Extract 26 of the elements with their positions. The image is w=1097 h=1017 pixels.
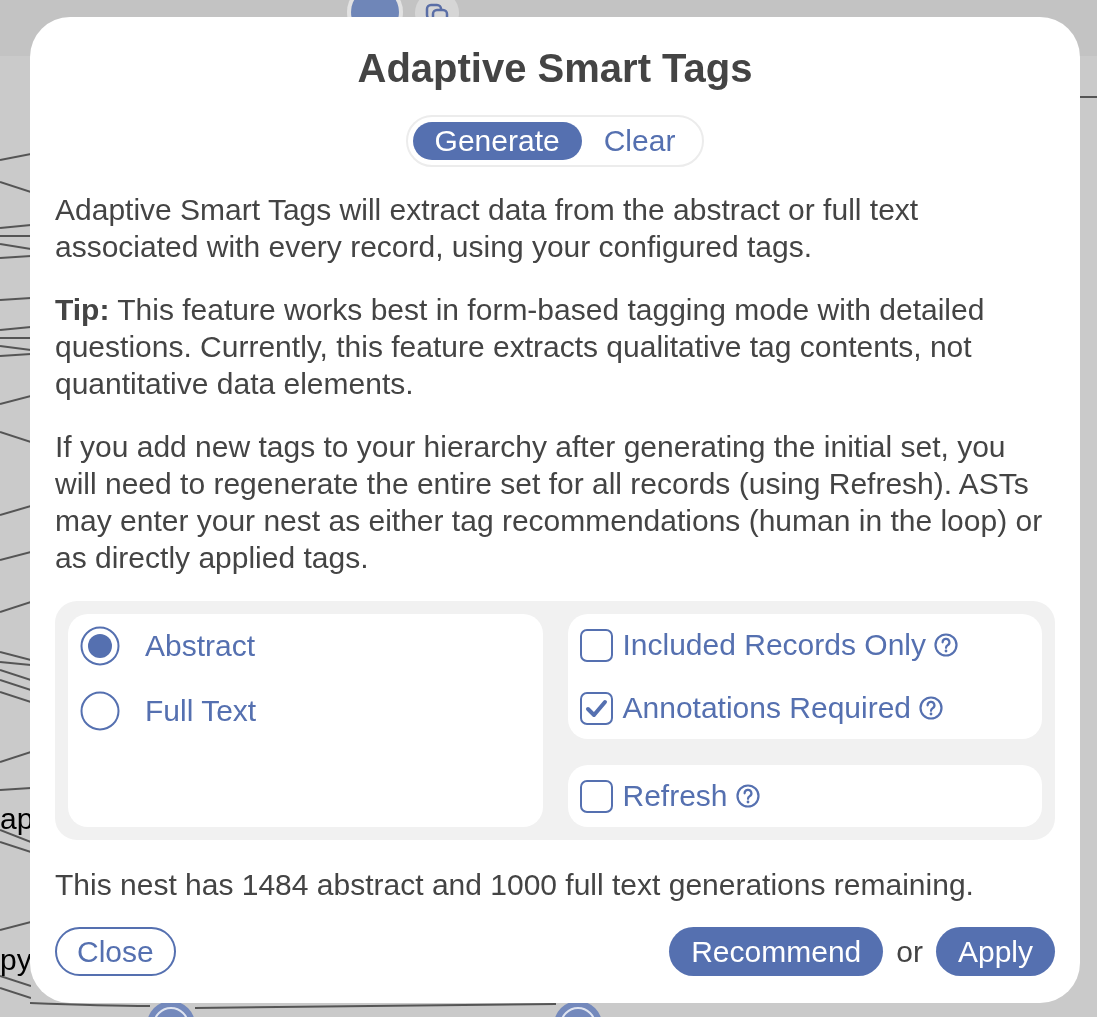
- node-label: py: [0, 942, 32, 978]
- help-icon[interactable]: [735, 784, 760, 808]
- checkbox[interactable]: [579, 691, 613, 725]
- remaining-note: This nest has 1484 abstract and 1000 full text generations remaining.: [55, 867, 975, 903]
- option-label: Abstract: [145, 628, 256, 664]
- apply-button[interactable]: Apply: [935, 927, 1055, 976]
- description-text: Tip: This feature works best in form-based tagging mode with detailed questions. Currently, this feature extracts qualitative tag contents, not quantitative data elements.: [55, 292, 986, 402]
- mode-tab[interactable]: Generate: [412, 122, 582, 160]
- graph-edge: [1078, 96, 1097, 98]
- option-label: Full Text: [145, 693, 257, 729]
- help-icon[interactable]: [919, 696, 944, 720]
- dialog-title: Adaptive Smart Tags: [356, 45, 754, 92]
- recommend-button[interactable]: Recommend: [669, 927, 884, 976]
- close-button[interactable]: Close: [55, 927, 176, 976]
- checkbox[interactable]: [579, 779, 613, 813]
- help-icon[interactable]: [934, 633, 958, 657]
- separator-text: or: [896, 933, 923, 970]
- description-text: If you add new tags to your hierarchy after generating the initial set, you will need to regenerate the entire set for all records (using Refresh). ASTs may enter your nest as either tag recommendations (human in the loop) or as directly applied tags.: [55, 429, 1044, 576]
- radio-button[interactable]: [80, 691, 120, 731]
- description-text: Adaptive Smart Tags will extract data from the abstract or full text associated with every record, using your configured tags.: [55, 192, 920, 265]
- option-label: Refresh: [622, 778, 728, 814]
- option-label: Annotations Required: [622, 690, 912, 726]
- radio-button[interactable]: [80, 626, 120, 666]
- option-label: Included Records Only: [622, 627, 926, 663]
- checkbox[interactable]: [579, 628, 613, 662]
- copy-icon[interactable]: [414, 0, 460, 17]
